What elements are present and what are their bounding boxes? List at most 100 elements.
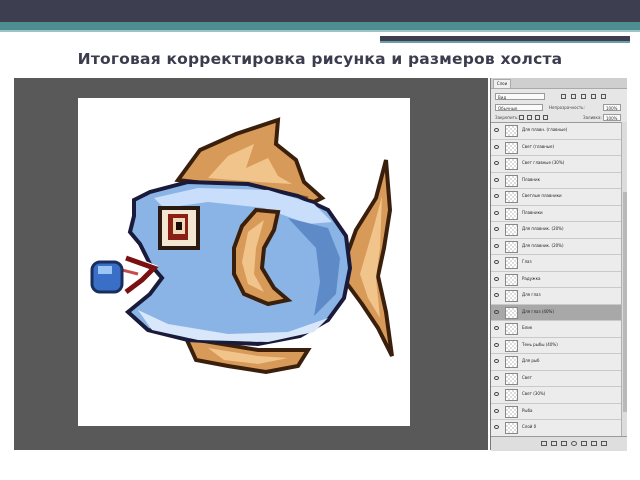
layer-thumbnail <box>505 356 518 368</box>
slide-title: Итоговая корректировка рисунка и размеро… <box>77 50 563 68</box>
eye-icon[interactable] <box>494 342 499 347</box>
blend-mode-select[interactable]: Обычные <box>495 104 543 111</box>
blend-row: Обычные Непрозрачность: 100% <box>491 102 627 113</box>
layer-thumbnail <box>505 240 518 253</box>
layer-name: Для плавник. (20%) <box>522 242 564 248</box>
fill-field[interactable]: 100% <box>603 114 621 121</box>
layer-row[interactable]: Для глаз (40%) <box>491 304 621 321</box>
layer-name: Свет главные (30%) <box>522 160 565 165</box>
layer-thumbnail <box>505 372 518 385</box>
layer-row[interactable]: Свет главные (30%) <box>491 156 621 173</box>
layer-row[interactable]: Блик <box>491 321 621 338</box>
layer-kind-filter[interactable]: Вид <box>495 93 545 100</box>
layer-row[interactable]: Тень рыбы (40%) <box>491 338 621 354</box>
lock-transparency-icon[interactable] <box>519 115 524 120</box>
lock-position-icon[interactable] <box>535 115 540 120</box>
layer-thumbnail <box>505 306 518 319</box>
layer-name: Для рыб <box>522 358 540 363</box>
filter-adjust-icon[interactable] <box>571 94 576 99</box>
opacity-field[interactable]: 100% <box>603 104 621 111</box>
top-banner-teal-line <box>0 30 640 32</box>
layer-row[interactable]: Для плавник. (20%) <box>491 239 621 255</box>
filter-smart-icon[interactable] <box>601 94 606 99</box>
eye-icon[interactable] <box>494 243 499 248</box>
eye-icon[interactable] <box>494 177 499 182</box>
eye-icon[interactable] <box>494 144 499 149</box>
eye-icon[interactable] <box>494 425 499 429</box>
eye-icon[interactable] <box>494 359 499 363</box>
lock-pixels-icon[interactable] <box>527 115 532 120</box>
layer-name: Слой 0 <box>522 424 537 429</box>
adjustment-icon[interactable] <box>571 441 577 446</box>
layers-panel-footer <box>491 436 627 451</box>
eye-icon[interactable] <box>494 227 499 231</box>
layer-name: Радужка <box>522 275 541 281</box>
layers-scrollbar-thumb[interactable] <box>623 192 627 412</box>
eye-icon[interactable] <box>494 210 499 215</box>
layer-row[interactable]: Для рыб <box>491 354 621 371</box>
layers-panel: Слои Вид Обычные Непрозрачность: 100% За… <box>490 78 627 451</box>
layer-row[interactable]: Слой 0 <box>491 420 621 437</box>
layer-row[interactable]: Светлые плавники <box>491 189 621 206</box>
layer-row[interactable]: Свет <box>491 371 621 387</box>
layer-thumbnail <box>505 323 518 335</box>
filter-row: Вид <box>491 91 627 102</box>
top-banner-dark <box>0 0 640 22</box>
layer-name: Для плавник. (20%) <box>522 226 564 231</box>
filter-type-icon[interactable] <box>581 94 586 99</box>
layer-name: Плавники <box>522 209 543 215</box>
layers-tab[interactable]: Слои <box>493 79 511 88</box>
layer-name: Рыба <box>522 407 533 413</box>
eye-icon[interactable] <box>494 309 499 314</box>
filter-shape-icon[interactable] <box>591 94 596 99</box>
layers-list[interactable]: Для плавн. (главные) Свет (главные) Свет г… <box>491 122 621 437</box>
link-icon[interactable] <box>541 441 547 446</box>
document-canvas[interactable] <box>78 98 410 426</box>
eye-icon[interactable] <box>494 194 499 198</box>
new-layer-icon[interactable] <box>591 441 597 446</box>
layer-name: Плавник <box>522 176 541 182</box>
group-icon[interactable] <box>581 441 587 446</box>
layer-row[interactable]: Глаз <box>491 255 621 272</box>
filter-pixel-icon[interactable] <box>561 94 566 99</box>
trash-icon[interactable] <box>601 441 607 446</box>
mask-icon[interactable] <box>561 441 567 446</box>
layer-row[interactable]: Для плавник. (20%) <box>491 222 621 239</box>
eye-icon[interactable] <box>494 293 499 297</box>
layer-thumbnail <box>505 422 518 434</box>
eye-icon[interactable] <box>494 375 499 380</box>
layer-row[interactable]: Для глаз <box>491 288 621 305</box>
editor-workspace[interactable] <box>14 78 488 450</box>
eye-icon[interactable] <box>494 392 499 396</box>
eye-icon[interactable] <box>494 276 499 281</box>
layer-row[interactable]: Плавники <box>491 206 621 222</box>
eye-icon[interactable] <box>494 161 499 165</box>
layer-name: Свет <box>522 374 532 380</box>
layer-thumbnail <box>505 174 518 187</box>
opacity-label: Непрозрачность: <box>549 105 585 110</box>
layer-row[interactable]: Свет (30%) <box>491 387 621 404</box>
layer-thumbnail <box>505 191 518 203</box>
title-accent-teal <box>380 41 630 43</box>
layer-thumbnail <box>505 273 518 286</box>
layer-row[interactable]: Радужка <box>491 272 621 288</box>
lock-label: Закрепить: <box>495 115 519 120</box>
layer-name: Глаз <box>522 259 532 264</box>
layer-thumbnail <box>505 158 518 170</box>
layer-name: Свет (30%) <box>522 391 546 396</box>
layer-row[interactable]: Свет (главные) <box>491 140 621 156</box>
eye-icon[interactable] <box>494 260 499 264</box>
layer-name: Для плавн. (главные) <box>522 127 568 132</box>
layer-row[interactable]: Рыба <box>491 404 621 420</box>
layer-row[interactable]: Плавник <box>491 173 621 189</box>
lock-all-icon[interactable] <box>543 115 548 120</box>
eye-icon[interactable] <box>494 326 499 330</box>
eye-icon[interactable] <box>494 128 499 132</box>
eye-icon[interactable] <box>494 408 499 413</box>
fx-icon[interactable] <box>551 441 557 446</box>
layer-thumbnail <box>505 389 518 401</box>
panel-tab-bar: Слои <box>491 78 627 89</box>
layers-scrollbar[interactable] <box>621 122 627 436</box>
layer-row[interactable]: Для плавн. (главные) <box>491 123 621 140</box>
layer-thumbnail <box>505 141 518 154</box>
